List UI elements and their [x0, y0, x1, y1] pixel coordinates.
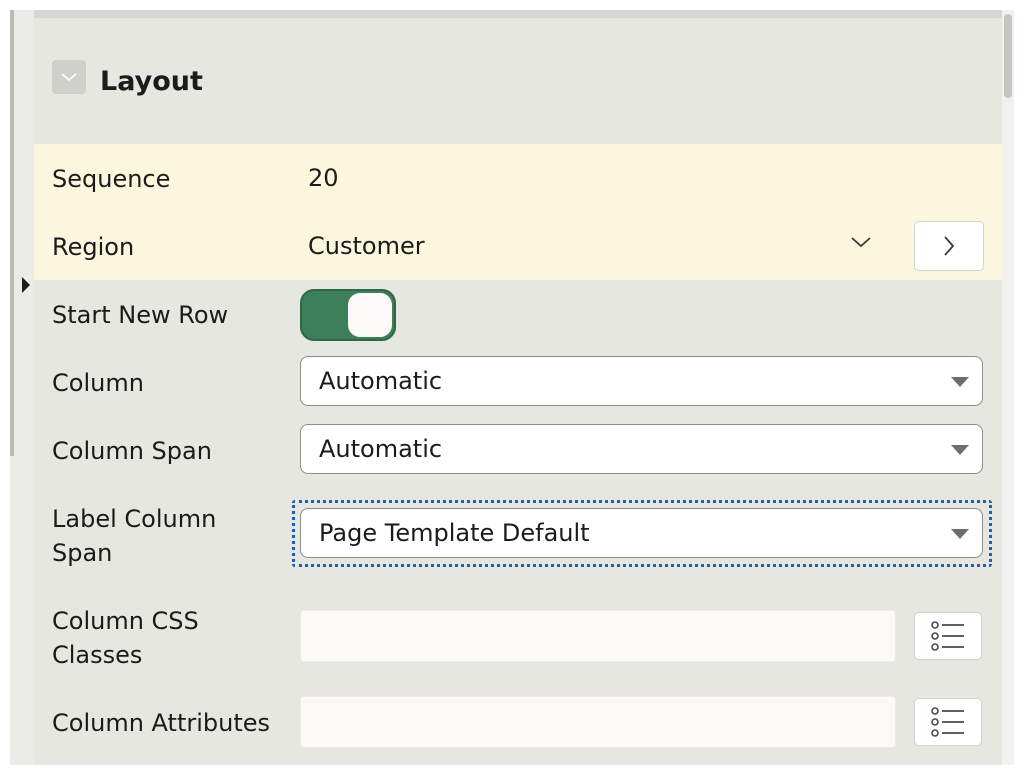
column-span-label: Column Span [52, 437, 212, 465]
collapse-button[interactable] [52, 60, 86, 94]
dropdown-arrow-icon [951, 377, 969, 387]
chevron-down-icon[interactable] [850, 235, 872, 249]
column-span-select[interactable]: Automatic [300, 424, 983, 474]
label-column-span-select[interactable]: Page Template Default [300, 508, 983, 558]
label-line-2: Span [52, 539, 113, 567]
label-line-1: Label Column [52, 505, 217, 533]
attributes-list-button[interactable] [914, 698, 982, 746]
column-label: Column [52, 369, 144, 397]
dropdown-arrow-icon [951, 529, 969, 539]
column-css-classes-input[interactable] [300, 610, 896, 662]
splitter-grip[interactable] [10, 10, 14, 456]
column-attributes-input[interactable] [300, 696, 896, 748]
section-header: Layout [34, 18, 1002, 144]
property-editor-frame: Layout Sequence 20 Region Customer Start… [10, 10, 1014, 765]
splitter-rail[interactable] [10, 10, 34, 765]
region-go-button[interactable] [914, 221, 984, 271]
start-new-row-toggle[interactable] [300, 289, 396, 341]
label-column-span-label: Label Column Span [52, 502, 216, 570]
column-attributes-label: Column Attributes [52, 709, 271, 737]
region-label: Region [52, 233, 135, 261]
start-new-row-label: Start New Row [52, 301, 229, 329]
column-select-value: Automatic [319, 367, 443, 395]
label-column-span-select-value: Page Template Default [319, 519, 590, 547]
column-select[interactable]: Automatic [300, 356, 983, 406]
list-icon [931, 621, 964, 651]
sequence-value[interactable]: 20 [308, 164, 339, 192]
dropdown-arrow-icon [951, 445, 969, 455]
label-line-2: Classes [52, 641, 143, 669]
region-value[interactable]: Customer [308, 232, 425, 260]
chevron-down-icon [61, 73, 77, 82]
column-span-select-value: Automatic [319, 435, 443, 463]
list-icon [931, 707, 964, 737]
column-css-classes-label: Column CSS Classes [52, 604, 199, 672]
scrollbar-thumb[interactable] [1004, 14, 1012, 98]
caret-right-icon[interactable] [22, 277, 30, 293]
css-classes-list-button[interactable] [914, 612, 982, 660]
layout-section: Layout Sequence 20 Region Customer Start… [34, 10, 1002, 765]
vertical-scrollbar[interactable] [1002, 10, 1014, 765]
toggle-knob [348, 293, 392, 337]
chevron-right-icon [944, 236, 955, 256]
section-title: Layout [100, 66, 203, 97]
sequence-label: Sequence [52, 165, 171, 193]
label-line-1: Column CSS [52, 607, 199, 635]
highlighted-rows [34, 144, 1002, 280]
